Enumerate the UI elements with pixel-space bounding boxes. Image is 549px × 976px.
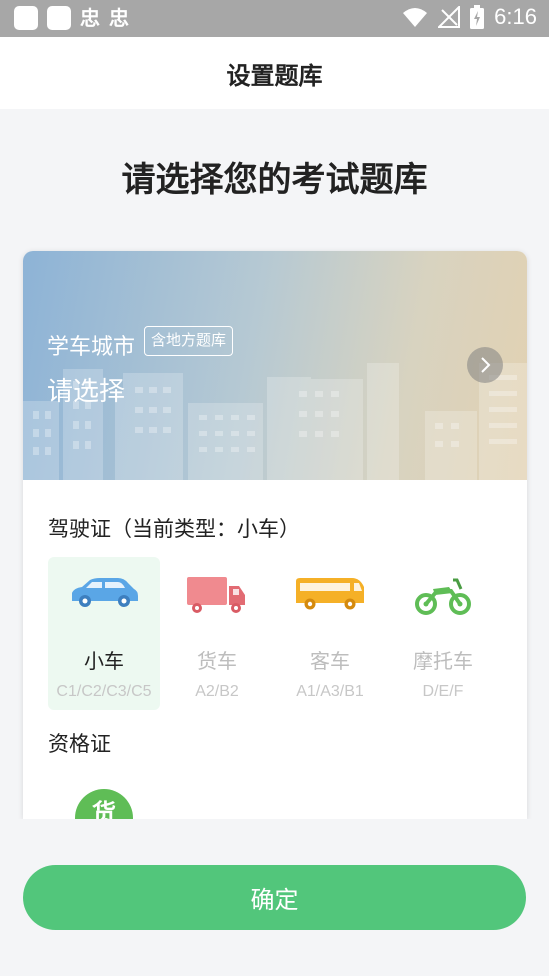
vehicle-name: 摩托车 <box>413 649 473 673</box>
local-question-bank-tag: 含地方题库 <box>144 326 234 356</box>
battery-charging-icon <box>470 5 485 29</box>
vehicle-license-codes: C1/C2/C3/C5 <box>56 683 152 700</box>
exam-selection-card: 学车城市 含地方题库 请选择 驾驶证（当前类型：小车） 小车 C1/C2/C3/… <box>23 251 527 819</box>
qualification-section-title: 资格证 <box>48 732 111 756</box>
truck-icon <box>187 577 245 613</box>
wifi-icon <box>403 8 428 27</box>
car-icon <box>72 578 138 607</box>
title-bar: 设置题库 <box>0 37 549 109</box>
city-label: 学车城市 <box>47 335 136 360</box>
freight-qualification-option[interactable]: 货 <box>75 789 133 819</box>
status-left: 忠 忠 <box>14 6 129 30</box>
chevron-right-icon <box>481 357 491 373</box>
status-bar: 忠 忠 6:16 <box>0 0 549 37</box>
vehicle-option-truck[interactable]: 货车 A2/B2 <box>161 557 273 710</box>
vehicle-name: 货车 <box>197 649 237 673</box>
main-heading: 请选择您的考试题库 <box>121 160 428 200</box>
status-right: 6:16 <box>402 4 537 30</box>
city-select-value[interactable]: 请选择 <box>47 371 125 408</box>
vehicle-option-motorcycle[interactable]: 摩托车 D/E/F <box>387 557 499 710</box>
notification-icon <box>14 6 38 30</box>
motorcycle-icon <box>415 578 471 615</box>
vehicle-license-codes: A2/B2 <box>195 683 239 700</box>
city-next-button[interactable] <box>467 347 503 383</box>
license-section-title: 驾驶证（当前类型：小车） <box>48 517 300 541</box>
vehicle-license-codes: A1/A3/B1 <box>296 683 364 700</box>
city-skyline-illustration <box>23 363 527 480</box>
vehicle-license-codes: D/E/F <box>422 683 464 700</box>
clock: 6:16 <box>494 4 537 29</box>
city-banner[interactable]: 学车城市 含地方题库 请选择 <box>23 251 527 480</box>
signal-off-icon <box>438 6 461 28</box>
notification-icon <box>47 6 71 30</box>
vehicle-option-bus[interactable]: 客车 A1/A3/B1 <box>274 557 386 710</box>
vehicle-name: 客车 <box>310 649 350 673</box>
vehicle-option-car[interactable]: 小车 C1/C2/C3/C5 <box>48 557 160 710</box>
confirm-button[interactable]: 确定 <box>23 865 526 930</box>
bus-icon <box>296 578 364 610</box>
notification-glyph: 忠 <box>80 6 100 30</box>
vehicle-name: 小车 <box>84 649 124 673</box>
page-title: 设置题库 <box>226 61 323 90</box>
notification-glyph: 忠 <box>109 6 129 30</box>
